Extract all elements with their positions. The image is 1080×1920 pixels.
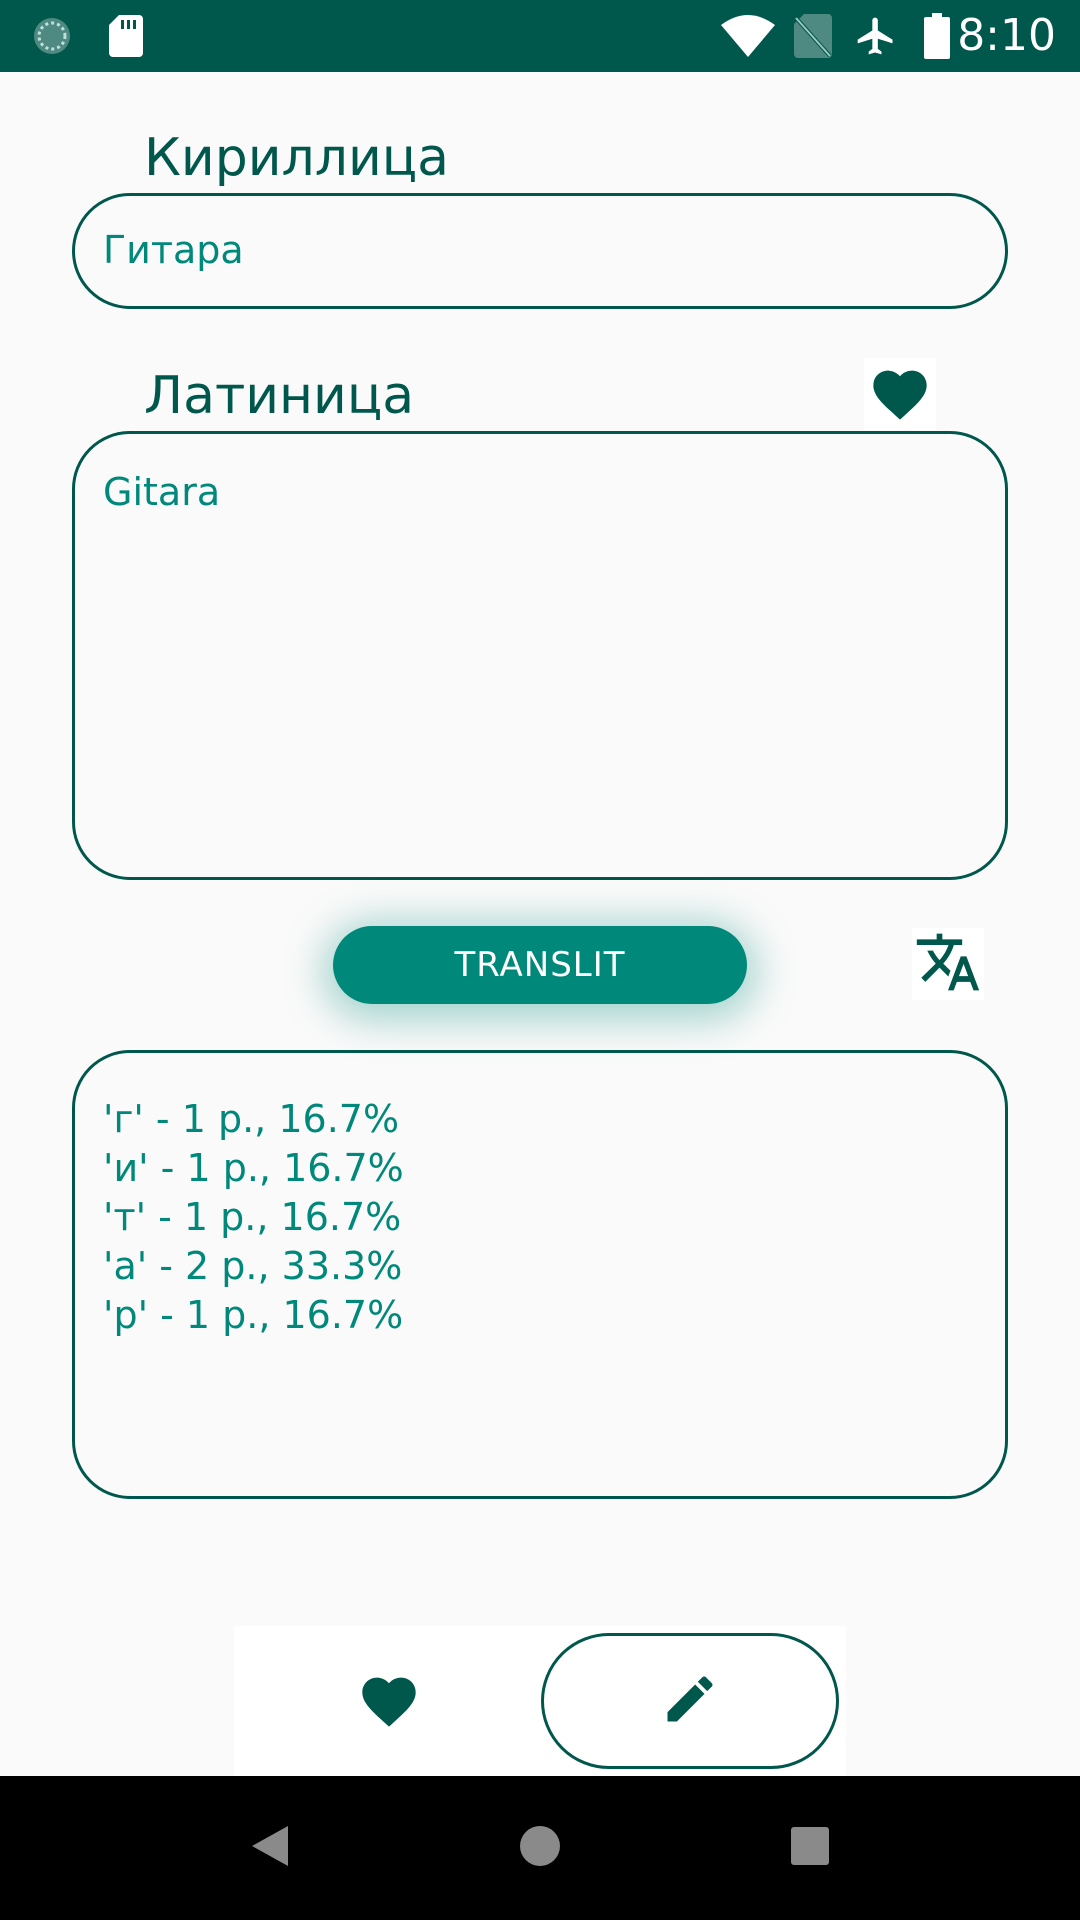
system-navigation-bar xyxy=(0,1776,1080,1920)
airplane-mode-icon xyxy=(854,0,898,72)
battery-icon xyxy=(922,0,952,72)
bottom-nav-favorites[interactable] xyxy=(274,1626,504,1776)
heart-icon xyxy=(357,1669,421,1734)
recents-button[interactable] xyxy=(750,1776,870,1920)
stats-line: 'т' - 1 р., 16.7% xyxy=(103,1195,402,1239)
stats-output[interactable]: 'г' - 1 р., 16.7% 'и' - 1 р., 16.7% 'т' … xyxy=(72,1050,1008,1499)
translit-button-label: TRANSLIT xyxy=(454,945,626,985)
translate-button[interactable] xyxy=(912,928,984,1000)
back-button[interactable] xyxy=(210,1776,330,1920)
bottom-nav-edit[interactable] xyxy=(541,1633,839,1769)
stats-line: 'р' - 1 р., 16.7% xyxy=(103,1293,404,1337)
home-button[interactable] xyxy=(480,1776,600,1920)
stats-line: 'а' - 2 р., 33.3% xyxy=(103,1244,403,1288)
stats-line: 'и' - 1 р., 16.7% xyxy=(103,1146,404,1190)
stats-list: 'г' - 1 р., 16.7% 'и' - 1 р., 16.7% 'т' … xyxy=(103,1095,404,1340)
heart-icon xyxy=(868,362,932,427)
wifi-icon xyxy=(720,0,776,72)
pencil-icon xyxy=(660,1669,720,1734)
status-time: 8:10 xyxy=(957,10,1056,61)
bottom-navigation xyxy=(234,1626,846,1776)
cyrillic-input[interactable]: Гитара xyxy=(72,193,1008,309)
latin-output-value: Gitara xyxy=(103,470,221,514)
stats-line: 'г' - 1 р., 16.7% xyxy=(103,1097,400,1141)
back-icon xyxy=(250,1824,290,1873)
favorite-button[interactable] xyxy=(864,358,936,430)
recents-icon xyxy=(791,1826,829,1870)
latin-output[interactable]: Gitara xyxy=(72,431,1008,880)
no-sim-icon xyxy=(792,0,834,72)
translit-button[interactable]: TRANSLIT xyxy=(333,926,747,1004)
sync-icon xyxy=(30,0,74,72)
translate-icon xyxy=(914,928,982,1001)
cyrillic-input-value: Гитара xyxy=(103,228,244,272)
sd-card-icon xyxy=(106,0,146,72)
latin-label: Латиница xyxy=(144,366,415,426)
cyrillic-label: Кириллица xyxy=(144,128,450,188)
status-bar: 8:10 xyxy=(0,0,1080,72)
home-icon xyxy=(519,1825,561,1872)
